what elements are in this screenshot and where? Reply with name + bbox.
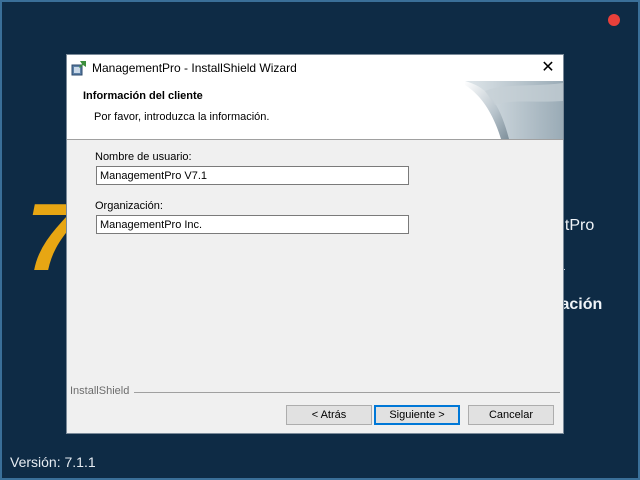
- organization-input[interactable]: [96, 215, 409, 234]
- page-title: Información del cliente: [83, 90, 203, 102]
- installer-app-icon: [71, 61, 86, 76]
- username-label: Nombre de usuario:: [95, 151, 192, 163]
- username-input[interactable]: [96, 166, 409, 185]
- page-subtitle: Por favor, introduzca la información.: [94, 111, 270, 123]
- next-button[interactable]: Siguiente >: [374, 405, 460, 425]
- installshield-brand-label: InstallShield: [70, 385, 134, 397]
- wizard-titlebar[interactable]: ManagementPro - InstallShield Wizard ✕: [67, 55, 563, 81]
- header-page-curl-graphic: [465, 81, 563, 139]
- wizard-header-band: Información del cliente Por favor, intro…: [67, 81, 563, 140]
- wizard-close-button[interactable]: ✕: [537, 58, 559, 78]
- back-button[interactable]: < Atrás: [286, 405, 372, 425]
- wizard-title: ManagementPro - InstallShield Wizard: [92, 61, 297, 75]
- cancel-button[interactable]: Cancelar: [468, 405, 554, 425]
- brand-divider: [134, 392, 560, 393]
- organization-label: Organización:: [95, 200, 163, 212]
- splash-version-label: Versión: 7.1.1: [10, 454, 96, 470]
- splash-close-icon[interactable]: [608, 14, 620, 26]
- installshield-wizard-dialog: ManagementPro - InstallShield Wizard ✕ I…: [66, 54, 564, 434]
- close-icon: ✕: [541, 59, 555, 76]
- installshield-brand-row: InstallShield: [70, 385, 560, 399]
